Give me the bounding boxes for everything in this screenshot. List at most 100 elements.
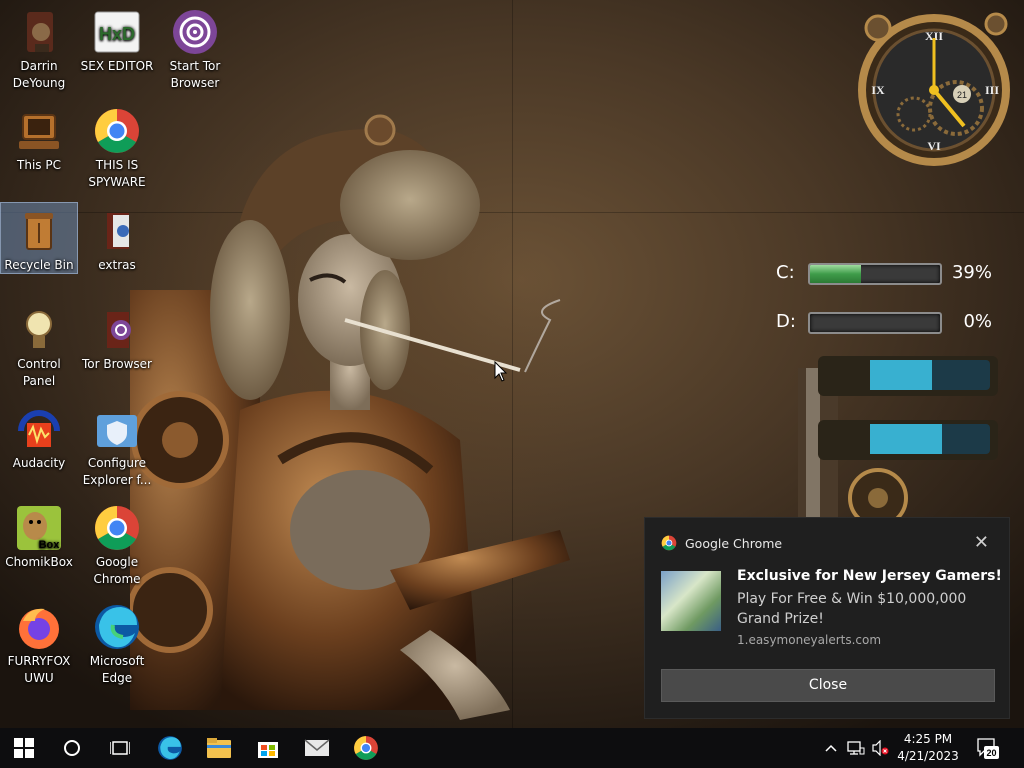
tor-onion-icon bbox=[171, 8, 219, 56]
icon-label: Recycle Bin bbox=[4, 258, 74, 272]
notification-body: Play For Free & Win $10,000,000 Grand Pr… bbox=[737, 591, 967, 627]
drive-usage-bar bbox=[808, 312, 942, 334]
cortana-button[interactable] bbox=[48, 728, 96, 768]
desktop-icon-start-tor-browser[interactable]: Start Tor Browser bbox=[156, 4, 234, 96]
desktop-icon-microsoft-edge[interactable]: Microsoft Edge bbox=[78, 599, 156, 691]
chrome-icon bbox=[661, 535, 677, 551]
icon-label: Start Tor Browser bbox=[169, 59, 221, 90]
notification-app-name: Google Chrome bbox=[685, 535, 783, 551]
edge-icon bbox=[158, 736, 182, 760]
icon-label: Control Panel bbox=[17, 357, 61, 388]
windows-logo-icon bbox=[14, 738, 34, 758]
desktop-icon-recycle-bin[interactable]: Recycle Bin bbox=[0, 202, 78, 274]
drive-usage-fill bbox=[810, 265, 861, 283]
network-button[interactable] bbox=[844, 728, 868, 768]
desktop-icon-this-pc[interactable]: This PC bbox=[0, 103, 78, 179]
task-view-icon bbox=[110, 741, 130, 755]
taskbar: 4:25 PM 4/21/2023 20 bbox=[0, 728, 1024, 768]
desktop-icon-chomikbox[interactable]: Box ChomikBox bbox=[0, 500, 78, 576]
notification-title: Exclusive for New Jersey Gamers! bbox=[737, 568, 1002, 584]
chrome-notification: Google Chrome ✕ Exclusive for New Jersey… bbox=[644, 517, 1010, 719]
steampunk-computer-icon bbox=[15, 107, 63, 155]
taskbar-clock[interactable]: 4:25 PM 4/21/2023 bbox=[890, 731, 966, 765]
firefox-icon bbox=[15, 603, 63, 651]
chrome-icon bbox=[93, 107, 141, 155]
notification-dismiss-close-icon[interactable]: ✕ bbox=[974, 532, 989, 553]
icon-label: ChomikBox bbox=[5, 555, 73, 569]
desktop-icon-furryfox[interactable]: FURRYFOX UWU bbox=[0, 599, 78, 691]
desktop-icon-darrin-deyoung[interactable]: Darrin DeYoung bbox=[0, 4, 78, 96]
steampunk-folder-icon bbox=[15, 8, 63, 56]
drive-usage-bar bbox=[808, 263, 942, 285]
icon-label: SEX EDITOR bbox=[80, 59, 154, 73]
clock-date-day: 21 bbox=[957, 90, 967, 100]
icon-label: Microsoft Edge bbox=[89, 654, 145, 685]
taskbar-store[interactable] bbox=[244, 728, 292, 768]
icon-label: THIS IS SPYWARE bbox=[88, 158, 146, 189]
file-explorer-icon bbox=[207, 738, 231, 758]
audacity-icon bbox=[15, 405, 63, 453]
drive-meter-d: D: 0% bbox=[742, 305, 1000, 339]
chomikbox-icon: Box bbox=[15, 504, 63, 552]
action-center-icon: 20 bbox=[977, 738, 999, 759]
action-center-button[interactable]: 20 bbox=[972, 728, 1002, 768]
clock-widget: XII III VI IX 21 bbox=[858, 12, 1010, 166]
desktop-icon-control-panel[interactable]: Control Panel bbox=[0, 302, 78, 388]
taskbar-date: 4/21/2023 bbox=[897, 749, 959, 763]
mail-icon bbox=[304, 739, 330, 756]
drive-percent: 0% bbox=[963, 311, 992, 332]
notification-count: 20 bbox=[986, 748, 996, 758]
icon-label: Audacity bbox=[12, 456, 66, 470]
edge-icon bbox=[93, 603, 141, 651]
hex-editor-icon: HxD bbox=[93, 8, 141, 56]
mouse-cursor-icon bbox=[494, 361, 508, 382]
volume-button[interactable] bbox=[868, 728, 892, 768]
icon-label: Google Chrome bbox=[93, 555, 141, 586]
chrome-icon bbox=[93, 504, 141, 552]
desktop-icon-sex-editor[interactable]: HxD SEX EDITOR bbox=[78, 4, 156, 96]
icon-label: This PC bbox=[17, 158, 61, 172]
notification-close-button[interactable]: Close bbox=[661, 669, 995, 702]
store-icon bbox=[258, 742, 278, 758]
icon-label: FURRYFOX UWU bbox=[7, 654, 71, 685]
cortana-icon bbox=[64, 740, 80, 756]
taskbar-edge[interactable] bbox=[146, 728, 194, 768]
lightbulb-icon bbox=[15, 306, 63, 354]
desktop-icon-extras[interactable]: extras bbox=[78, 203, 156, 279]
icon-label: Configure Explorer f... bbox=[82, 456, 152, 487]
drive-meter-c: C: 39% bbox=[742, 256, 1000, 290]
network-icon bbox=[847, 741, 865, 755]
icon-label: Darrin DeYoung bbox=[12, 59, 66, 90]
start-button[interactable] bbox=[0, 728, 48, 768]
pipe-gauge-widget bbox=[798, 356, 998, 518]
shield-folder-icon bbox=[93, 405, 141, 453]
taskbar-mail[interactable] bbox=[293, 728, 341, 768]
task-view-button[interactable] bbox=[96, 728, 144, 768]
box-icon-text: Box bbox=[39, 539, 61, 551]
wallpaper-figure bbox=[130, 114, 570, 720]
desktop-icon-configure-explorer[interactable]: Configure Explorer f... bbox=[78, 401, 156, 493]
volume-muted-icon bbox=[872, 740, 889, 756]
notification-header: Google Chrome bbox=[661, 535, 782, 551]
clock-numeral-9: IX bbox=[871, 83, 885, 97]
taskbar-chrome[interactable] bbox=[342, 728, 390, 768]
clock-numeral-6: VI bbox=[927, 139, 941, 153]
icon-label: Tor Browser bbox=[81, 357, 152, 371]
drive-label: D: bbox=[776, 311, 796, 332]
chevron-up-icon bbox=[825, 744, 837, 752]
drive-percent: 39% bbox=[951, 262, 992, 283]
desktop-icon-audacity[interactable]: Audacity bbox=[0, 401, 78, 477]
clock-numeral-3: III bbox=[985, 83, 999, 97]
icon-label: extras bbox=[98, 258, 136, 272]
chrome-icon bbox=[354, 736, 378, 760]
notification-image-money bbox=[661, 571, 721, 631]
desktop-icon-this-is-spyware[interactable]: THIS IS SPYWARE bbox=[78, 103, 156, 195]
drive-label: C: bbox=[776, 262, 795, 283]
taskbar-file-explorer[interactable] bbox=[195, 728, 243, 768]
hex-icon-text: HxD bbox=[99, 24, 135, 44]
show-hidden-icons-button[interactable] bbox=[820, 728, 842, 768]
recycle-bin-icon bbox=[15, 207, 63, 255]
desktop-icon-tor-browser[interactable]: Tor Browser bbox=[78, 302, 156, 378]
tor-onion-icon bbox=[93, 306, 141, 354]
desktop-icon-google-chrome[interactable]: Google Chrome bbox=[78, 500, 156, 592]
